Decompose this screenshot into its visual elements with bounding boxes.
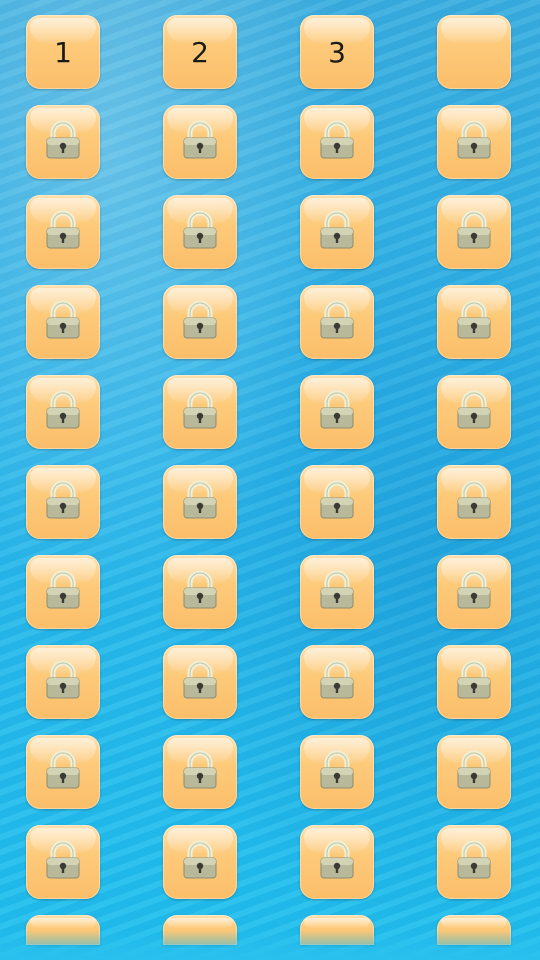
padlock-icon — [42, 749, 84, 795]
padlock-icon — [453, 659, 495, 705]
padlock-icon — [453, 389, 495, 435]
padlock-icon — [179, 839, 221, 885]
padlock-icon — [316, 299, 358, 345]
padlock-icon — [179, 209, 221, 255]
level-number: 2 — [191, 35, 209, 69]
padlock-icon — [316, 839, 358, 885]
locked-level-tile[interactable] — [163, 645, 237, 719]
locked-level-tile[interactable] — [163, 465, 237, 539]
locked-level-tile[interactable] — [437, 555, 511, 629]
padlock-icon — [179, 119, 221, 165]
padlock-icon — [42, 389, 84, 435]
padlock-icon — [316, 569, 358, 615]
locked-level-tile[interactable] — [300, 735, 374, 809]
padlock-icon — [453, 479, 495, 525]
padlock-icon — [316, 749, 358, 795]
padlock-icon — [179, 479, 221, 525]
locked-level-tile[interactable] — [437, 105, 511, 179]
locked-level-tile[interactable] — [163, 735, 237, 809]
level-tile-3[interactable]: 3 — [300, 15, 374, 89]
padlock-icon — [179, 389, 221, 435]
padlock-icon — [453, 749, 495, 795]
locked-level-tile[interactable] — [26, 825, 100, 899]
locked-level-tile[interactable] — [163, 105, 237, 179]
locked-level-tile[interactable] — [26, 105, 100, 179]
padlock-icon — [453, 569, 495, 615]
padlock-icon — [316, 119, 358, 165]
locked-level-tile[interactable] — [26, 645, 100, 719]
locked-level-tile[interactable] — [437, 735, 511, 809]
level-tile-2[interactable]: 2 — [163, 15, 237, 89]
padlock-icon — [42, 479, 84, 525]
locked-level-tile[interactable] — [437, 195, 511, 269]
level-number: 3 — [328, 35, 346, 69]
level-tile-1[interactable]: 1 — [26, 15, 100, 89]
level-select-grid: 1 2 3 — [0, 0, 540, 960]
locked-level-tile[interactable] — [26, 555, 100, 629]
locked-level-tile[interactable] — [300, 105, 374, 179]
locked-level-tile[interactable] — [300, 375, 374, 449]
padlock-icon — [179, 659, 221, 705]
locked-level-tile[interactable] — [300, 825, 374, 899]
locked-level-tile[interactable] — [163, 375, 237, 449]
locked-level-tile[interactable] — [163, 195, 237, 269]
padlock-icon — [316, 389, 358, 435]
padlock-icon — [42, 839, 84, 885]
locked-level-tile[interactable] — [300, 645, 374, 719]
locked-level-tile[interactable] — [437, 285, 511, 359]
padlock-icon — [179, 299, 221, 345]
locked-level-tile[interactable] — [26, 195, 100, 269]
padlock-icon — [316, 209, 358, 255]
locked-level-tile[interactable] — [437, 645, 511, 719]
padlock-icon — [179, 569, 221, 615]
padlock-icon — [42, 299, 84, 345]
level-number: 1 — [54, 35, 72, 69]
locked-level-tile[interactable] — [163, 555, 237, 629]
padlock-icon — [453, 209, 495, 255]
locked-level-tile[interactable] — [163, 285, 237, 359]
locked-level-tile[interactable] — [300, 465, 374, 539]
padlock-icon — [42, 209, 84, 255]
padlock-icon — [42, 569, 84, 615]
padlock-icon — [42, 119, 84, 165]
padlock-icon — [179, 749, 221, 795]
locked-level-tile[interactable] — [437, 375, 511, 449]
padlock-icon — [42, 659, 84, 705]
locked-level-tile[interactable] — [437, 465, 511, 539]
locked-level-tile[interactable] — [26, 375, 100, 449]
padlock-icon — [453, 119, 495, 165]
locked-level-tile[interactable] — [437, 825, 511, 899]
locked-level-tile[interactable] — [300, 195, 374, 269]
locked-level-tile[interactable] — [163, 825, 237, 899]
locked-level-tile[interactable] — [300, 285, 374, 359]
locked-level-tile[interactable] — [26, 285, 100, 359]
padlock-icon — [316, 479, 358, 525]
padlock-icon — [453, 839, 495, 885]
locked-level-tile[interactable] — [300, 555, 374, 629]
padlock-icon — [316, 659, 358, 705]
padlock-icon — [453, 299, 495, 345]
scroll-fade — [0, 930, 540, 960]
level-tile-4[interactable] — [437, 15, 511, 89]
locked-level-tile[interactable] — [26, 735, 100, 809]
locked-level-tile[interactable] — [26, 465, 100, 539]
